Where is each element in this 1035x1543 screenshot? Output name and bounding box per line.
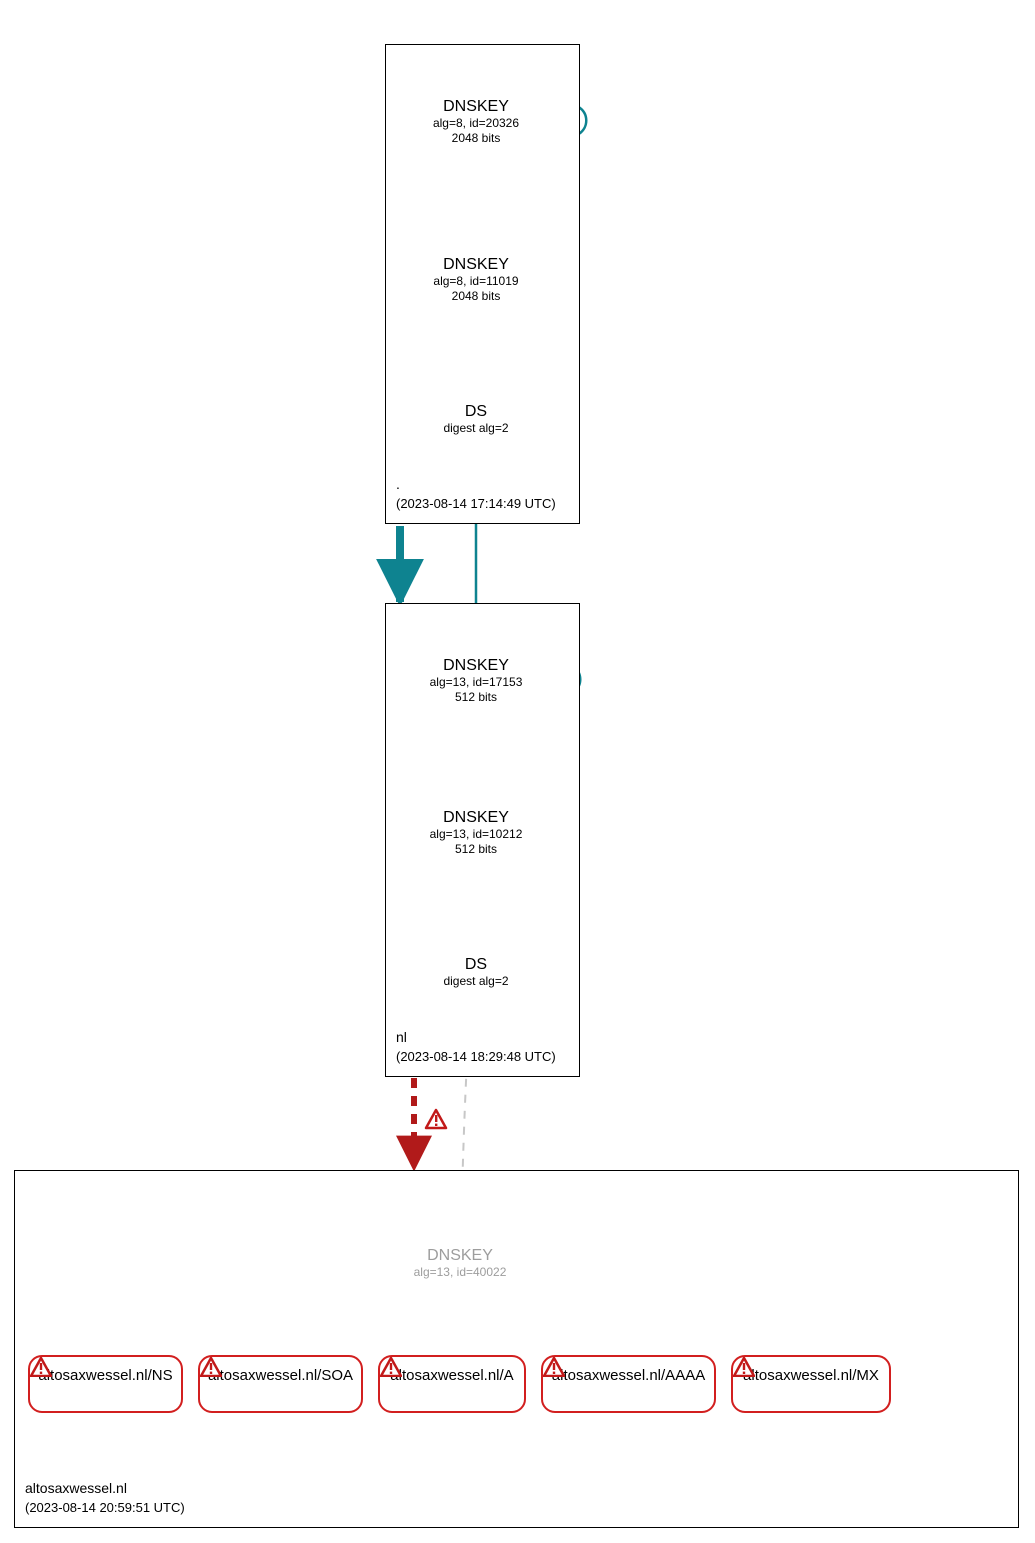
rr-label: altosaxwessel.nl/AAAA <box>543 1367 714 1384</box>
rr-soa: altosaxwessel.nl/SOA <box>198 1355 363 1413</box>
node-title: DNSKEY <box>386 1247 534 1265</box>
zone-root-name: . <box>396 475 556 495</box>
rr-a: altosaxwessel.nl/A <box>378 1355 526 1413</box>
rr-aaaa: altosaxwessel.nl/AAAA <box>541 1355 716 1413</box>
zone-nl-name: nl <box>396 1028 556 1048</box>
node-title: DNSKEY <box>400 256 552 274</box>
warning-icon <box>733 1357 755 1377</box>
node-l1: alg=13, id=17153 <box>400 675 552 690</box>
zone-root-ts: (2023-08-14 17:14:49 UTC) <box>396 495 556 513</box>
node-l1: alg=13, id=10212 <box>400 827 552 842</box>
node-l2: 512 bits <box>400 690 552 705</box>
warning-icon <box>30 1357 52 1377</box>
node-l2: 2048 bits <box>400 131 552 146</box>
node-l1: alg=8, id=11019 <box>400 274 552 289</box>
node-nl-ds: DS digest alg=2 <box>424 956 528 989</box>
node-title: DS <box>424 956 528 974</box>
zone-nl-ts: (2023-08-14 18:29:48 UTC) <box>396 1048 556 1066</box>
node-nl-ksk: DNSKEY alg=13, id=17153 512 bits <box>400 657 552 705</box>
warning-icon <box>200 1357 222 1377</box>
node-aw-dnskey: DNSKEY alg=13, id=40022 <box>386 1247 534 1280</box>
node-title: DNSKEY <box>400 657 552 675</box>
rr-label: altosaxwessel.nl/MX <box>733 1367 889 1384</box>
node-l1: digest alg=2 <box>424 421 528 436</box>
rr-label: altosaxwessel.nl/SOA <box>200 1367 361 1384</box>
zone-nl-label: nl (2023-08-14 18:29:48 UTC) <box>396 1028 556 1066</box>
node-title: DS <box>424 403 528 421</box>
node-l1: alg=8, id=20326 <box>400 116 552 131</box>
node-title: DNSKEY <box>400 809 552 827</box>
rr-label: altosaxwessel.nl/NS <box>30 1367 181 1384</box>
node-l2: 2048 bits <box>400 289 552 304</box>
node-title: DNSKEY <box>400 98 552 116</box>
zone-altosaxwessel: altosaxwessel.nl (2023-08-14 20:59:51 UT… <box>14 1170 1019 1528</box>
warning-icon <box>380 1357 402 1377</box>
node-nl-zsk: DNSKEY alg=13, id=10212 512 bits <box>400 809 552 857</box>
node-l1: alg=13, id=40022 <box>386 1265 534 1280</box>
dnssec-diagram: . (2023-08-14 17:14:49 UTC) nl (2023-08-… <box>0 0 1035 1543</box>
node-l1: digest alg=2 <box>424 974 528 989</box>
node-root-ds: DS digest alg=2 <box>424 403 528 436</box>
node-root-zsk: DNSKEY alg=8, id=11019 2048 bits <box>400 256 552 304</box>
node-root-ksk: DNSKEY alg=8, id=20326 2048 bits <box>400 98 552 146</box>
zone-aw-label: altosaxwessel.nl (2023-08-14 20:59:51 UT… <box>25 1479 185 1517</box>
zone-aw-name: altosaxwessel.nl <box>25 1479 185 1499</box>
node-l2: 512 bits <box>400 842 552 857</box>
zone-root-label: . (2023-08-14 17:14:49 UTC) <box>396 475 556 513</box>
rr-ns: altosaxwessel.nl/NS <box>28 1355 183 1413</box>
rr-mx: altosaxwessel.nl/MX <box>731 1355 891 1413</box>
zone-aw-ts: (2023-08-14 20:59:51 UTC) <box>25 1499 185 1517</box>
warning-icon <box>543 1357 565 1377</box>
